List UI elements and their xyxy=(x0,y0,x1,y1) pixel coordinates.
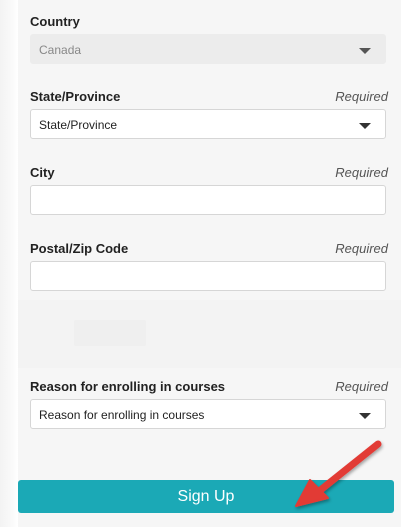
state-select[interactable]: State/Province xyxy=(30,109,386,139)
country-value: Canada xyxy=(39,43,82,57)
left-margin xyxy=(0,0,18,527)
country-label: Country xyxy=(30,14,80,29)
reason-select[interactable]: Reason for enrolling in courses xyxy=(30,399,386,429)
reason-value: Reason for enrolling in courses xyxy=(39,408,205,422)
reason-required: Required xyxy=(335,379,388,394)
signup-form-page: Country Canada State/Province Required S… xyxy=(0,0,401,527)
annotation-arrow-icon xyxy=(295,440,382,507)
postal-label: Postal/Zip Code xyxy=(30,241,129,256)
postal-required: Required xyxy=(335,241,388,256)
city-label: City xyxy=(30,165,55,180)
city-input[interactable] xyxy=(30,185,386,215)
reason-label: Reason for enrolling in courses xyxy=(30,379,226,394)
city-required: Required xyxy=(335,165,388,180)
faded-element xyxy=(74,320,146,346)
postal-input[interactable] xyxy=(30,261,386,291)
state-required: Required xyxy=(335,89,388,104)
state-value: State/Province xyxy=(39,118,118,132)
state-label: State/Province xyxy=(30,89,121,104)
chevron-down-icon xyxy=(359,48,371,54)
chevron-down-icon xyxy=(359,413,371,419)
chevron-down-icon xyxy=(359,123,371,129)
country-select[interactable]: Canada xyxy=(30,34,386,64)
